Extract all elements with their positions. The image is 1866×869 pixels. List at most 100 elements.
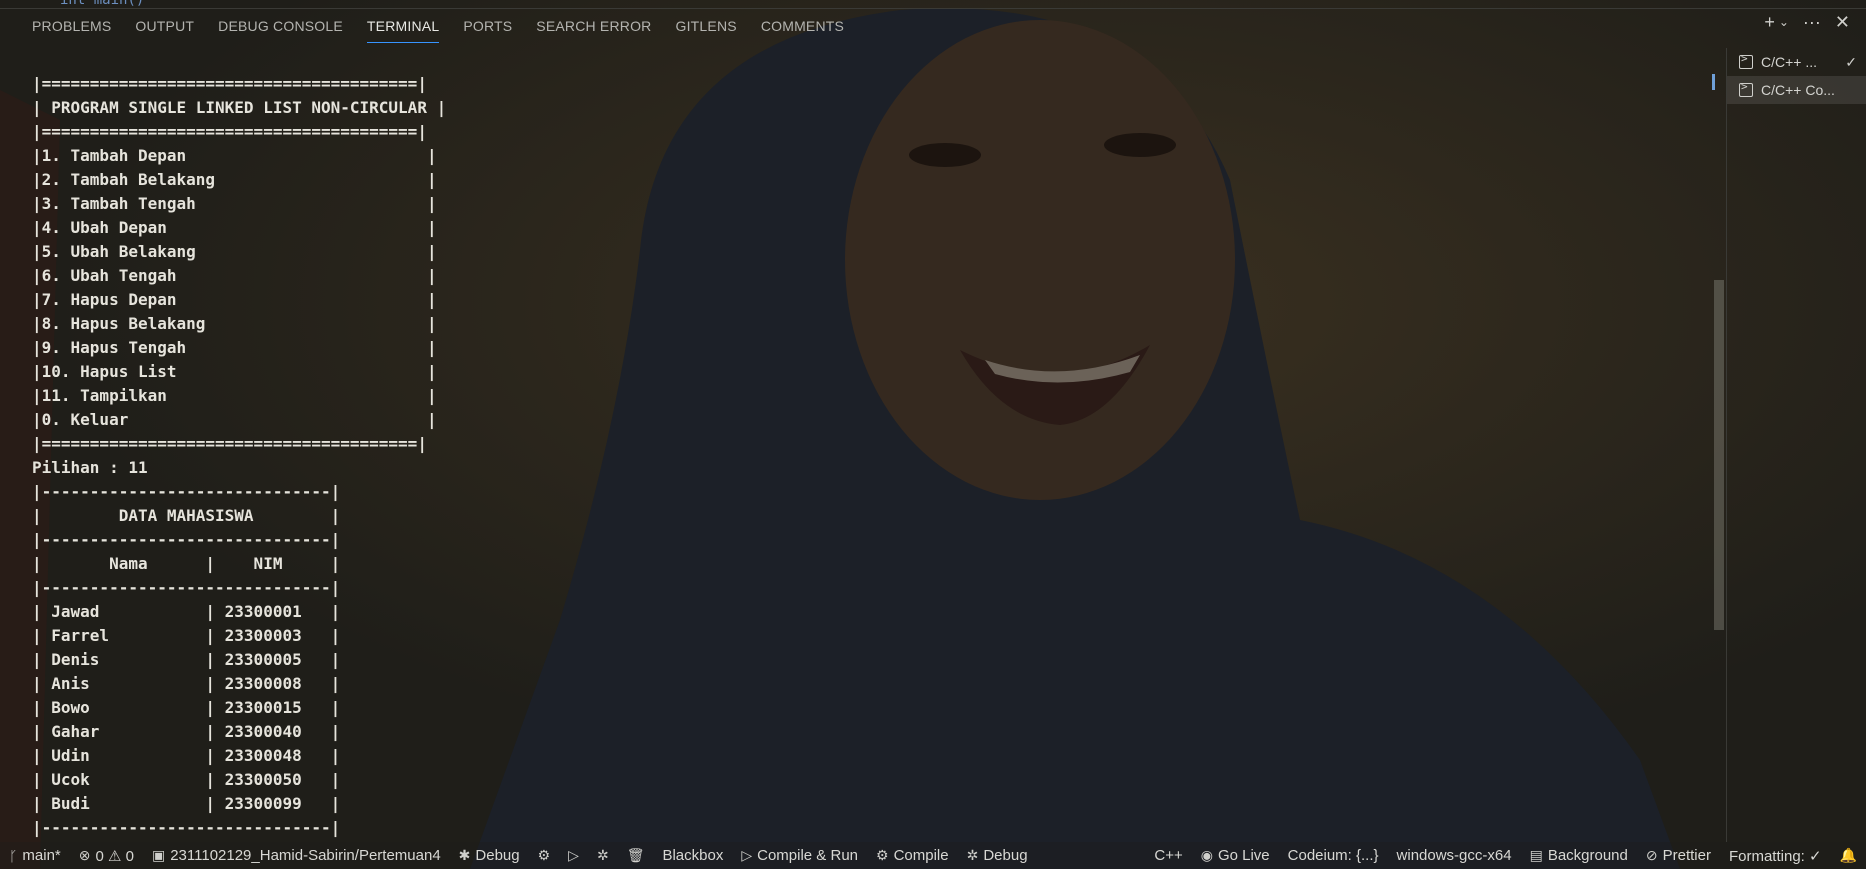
terminal-line: |------------------------------|: [32, 818, 341, 837]
background-icon: ▤: [1529, 847, 1543, 863]
tab-problems[interactable]: PROBLEMS: [32, 14, 111, 43]
folder-icon: ▣: [151, 847, 166, 863]
close-panel-icon[interactable]: ✕: [1835, 12, 1850, 32]
status-item-label: main*: [22, 847, 61, 864]
scroll-position-marker: [1712, 74, 1715, 90]
panel-actions: + ⌄ ··· ✕: [1764, 12, 1850, 32]
status-2311102129-hamid-sabirin-pertemuan4[interactable]: ▣ 2311102129_Hamid-Sabirin/Pertemuan4: [143, 847, 450, 864]
terminal-line: |8. Hapus Belakang |: [32, 314, 437, 333]
status-item-label: 2311102129_Hamid-Sabirin/Pertemuan4: [170, 847, 441, 864]
gear-icon: ⚙: [876, 847, 889, 863]
status-debug[interactable]: ✱ Debug: [450, 847, 529, 864]
terminal-item-label: C/C++ Co...: [1761, 82, 1835, 98]
status-item-label: Go Live: [1217, 847, 1270, 864]
terminal-line: | Denis | 23300005 |: [32, 650, 341, 669]
terminal-line: | PROGRAM SINGLE LINKED LIST NON-CIRCULA…: [32, 98, 447, 117]
terminal-line: |5. Ubah Belakang |: [32, 242, 437, 261]
error-icon: ⊗: [78, 847, 91, 863]
status-formatting[interactable]: Formatting: ✓: [1720, 847, 1831, 865]
tab-gitlens[interactable]: GITLENS: [676, 14, 737, 43]
terminal-line: | Udin | 23300048 |: [32, 746, 341, 765]
status-item-label: 0 ⚠ 0: [95, 847, 134, 865]
status-main[interactable]: ᚴ main*: [0, 847, 70, 864]
tab-comments[interactable]: COMMENTS: [761, 14, 844, 43]
terminal-list: C/C++ ... ✓ C/C++ Co...: [1726, 48, 1866, 842]
bell-icon: 🔔: [1839, 847, 1857, 863]
gear-icon: ⚙: [537, 847, 551, 863]
terminal-line: | Budi | 23300099 |: [32, 794, 341, 813]
status-item-label: Compile & Run: [757, 847, 859, 864]
status-codeium[interactable]: Codeium: {...}: [1279, 847, 1388, 864]
terminal-icon: [1739, 80, 1753, 97]
status-gear-icon[interactable]: ⚙: [529, 847, 560, 864]
status-trash-icon[interactable]: 🗑: [618, 847, 654, 864]
status-debug[interactable]: ✲ Debug: [958, 847, 1037, 864]
terminal-line: |0. Keluar |: [32, 410, 437, 429]
status-bell-icon[interactable]: 🔔: [1831, 847, 1866, 864]
terminal-line: |------------------------------|: [32, 530, 341, 549]
status-item-label: Compile: [893, 847, 949, 864]
panel-header: int main() PROBLEMS OUTPUT DEBUG CONSOLE…: [0, 0, 1866, 52]
status-item-label: Debug: [475, 847, 520, 864]
plus-icon: +: [1764, 12, 1775, 32]
status-bug-icon[interactable]: ✲: [588, 847, 618, 864]
terminal-line: |9. Hapus Tengah |: [32, 338, 437, 357]
terminal-item-2[interactable]: C/C++ Co...: [1727, 76, 1866, 104]
chevron-down-icon[interactable]: ⌄: [1779, 12, 1789, 32]
status-compile-run[interactable]: ▷ Compile & Run: [732, 847, 867, 864]
status-bar-right: C++ ◉ Go Live Codeium: {...} windows-gcc-x64…: [1145, 847, 1866, 865]
terminal-line: |1. Tambah Depan |: [32, 146, 437, 165]
terminal-line: | Bowo | 23300015 |: [32, 698, 341, 717]
status-play-icon[interactable]: ▷: [559, 847, 588, 864]
terminal-line: |=======================================…: [32, 74, 427, 93]
terminal-line: |=======================================…: [32, 122, 427, 141]
terminal-line: |6. Ubah Tengah |: [32, 266, 437, 285]
terminal-line: |2. Tambah Belakang |: [32, 170, 437, 189]
status-item-label: Debug: [983, 847, 1028, 864]
status-compile[interactable]: ⚙ Compile: [867, 847, 958, 864]
git-branch-icon: ᚴ: [9, 847, 18, 864]
terminal-line: |------------------------------|: [32, 578, 341, 597]
status-blackbox[interactable]: Blackbox: [653, 847, 732, 864]
terminal-line: | DATA MAHASISWA |: [32, 506, 341, 525]
terminal-output[interactable]: |=======================================…: [32, 72, 446, 840]
terminal-item-1[interactable]: C/C++ ... ✓: [1727, 48, 1866, 76]
terminal-line: |------------------------------|: [32, 482, 341, 501]
terminal-line: |11. Tampilkan |: [32, 386, 437, 405]
tab-terminal[interactable]: TERMINAL: [366, 14, 440, 43]
status-item-label: Background: [1547, 847, 1628, 864]
status-windows-gcc-x64[interactable]: windows-gcc-x64: [1388, 847, 1521, 864]
status-0-0[interactable]: ⊗ 0 ⚠ 0: [70, 847, 143, 865]
more-actions-icon[interactable]: ···: [1803, 12, 1821, 32]
status-item-label: C++: [1154, 847, 1183, 864]
play-icon: ▷: [568, 847, 579, 863]
terminal-line: |10. Hapus List |: [32, 362, 437, 381]
terminal-line: |=======================================…: [32, 434, 427, 453]
terminal-line: | Anis | 23300008 |: [32, 674, 341, 693]
status-background[interactable]: ▤ Background: [1521, 847, 1637, 864]
status-c[interactable]: C++: [1145, 847, 1191, 864]
bug-icon: ✲: [596, 847, 609, 863]
editor-peek-text: int main(): [60, 0, 145, 8]
terminal-line: | Gahar | 23300040 |: [32, 722, 341, 741]
terminal-item-label: C/C++ ...: [1761, 54, 1818, 70]
new-terminal-button[interactable]: + ⌄: [1764, 12, 1789, 32]
editor-peek: int main(): [0, 0, 1866, 9]
terminal-line: | Jawad | 23300001 |: [32, 602, 341, 621]
trash-icon: 🗑: [626, 847, 645, 863]
terminal-line: |4. Ubah Depan |: [32, 218, 437, 237]
tab-ports[interactable]: PORTS: [463, 14, 512, 43]
tab-debug-console[interactable]: DEBUG CONSOLE: [218, 14, 343, 43]
terminal-line: | Nama | NIM |: [32, 554, 341, 573]
status-go-live[interactable]: ◉ Go Live: [1192, 847, 1279, 864]
scrollbar-thumb[interactable]: [1714, 280, 1724, 630]
broadcast-icon: ◉: [1200, 847, 1213, 863]
status-prettier[interactable]: ⊘ Prettier: [1637, 847, 1720, 864]
tab-search-error[interactable]: SEARCH ERROR: [536, 14, 651, 43]
status-item-label: Formatting: ✓: [1728, 847, 1822, 865]
status-bar-left: ᚴ main* ⊗ 0 ⚠ 0 ▣ 2311102129_Hamid-Sabirin/Pe…: [0, 847, 1037, 865]
terminal-icon: [1739, 52, 1753, 69]
tab-output[interactable]: OUTPUT: [135, 14, 194, 43]
status-item-label: Prettier: [1662, 847, 1711, 864]
status-item-label: Blackbox: [662, 847, 724, 864]
